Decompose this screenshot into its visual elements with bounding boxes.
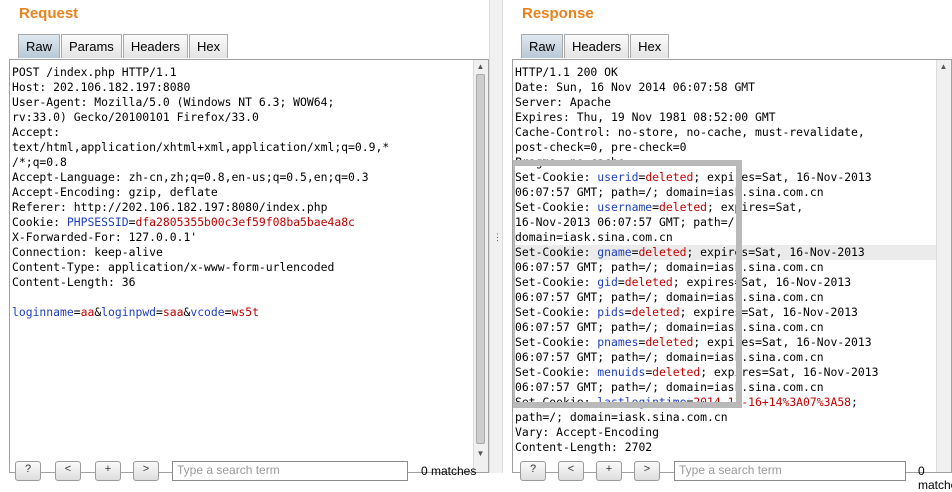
add-button[interactable]: + xyxy=(95,461,121,481)
request-line: Accept: xyxy=(12,125,474,140)
text-segment: Accept-Encoding: gzip, deflate xyxy=(12,185,218,199)
text-segment: post-check=0, pre-check=0 xyxy=(515,140,687,154)
prev-button[interactable]: < xyxy=(558,461,584,481)
response-matches: 0 matches xyxy=(918,464,952,492)
request-line: Host: 202.106.182.197:8080 xyxy=(12,80,474,95)
text-segment: = xyxy=(224,305,232,319)
param-value: saa xyxy=(162,305,184,319)
text-segment: Cookie: xyxy=(12,215,67,229)
request-title: Request xyxy=(19,5,79,22)
request-line: Connection: keep-alive xyxy=(12,245,474,260)
text-segment: Referer: http://202.106.182.197:8080/ind… xyxy=(12,200,328,214)
text-segment: Server: Apache xyxy=(515,95,612,109)
text-segment: rv:33.0) Gecko/20100101 Firefox/33.0 xyxy=(12,110,259,124)
text-segment: text/html,application/xhtml+xml,applicat… xyxy=(12,140,390,154)
text-segment: Content-Type: application/x-www-form-url… xyxy=(12,260,335,274)
text-segment: Host: 202.106.182.197:8080 xyxy=(12,80,191,94)
text-segment: path=/; domain=iask.sina.com.cn xyxy=(515,410,728,424)
response-editor[interactable]: HTTP/1.1 200 OK Date: Sun, 16 Nov 2014 06… xyxy=(512,59,952,473)
response-line: Date: Sun, 16 Nov 2014 06:07:58 GMT xyxy=(515,80,937,95)
annotation-box xyxy=(513,160,742,408)
response-line: Cache-Control: no-store, no-cache, must-… xyxy=(515,125,937,140)
scroll-up-icon[interactable]: ▲ xyxy=(937,60,950,73)
request-line: text/html,application/xhtml+xml,applicat… xyxy=(12,140,474,155)
text-segment: /*;q=0.8 xyxy=(12,155,67,169)
scroll-down-icon[interactable]: ▼ xyxy=(474,447,487,460)
response-search-input[interactable]: Type a search term xyxy=(674,461,906,481)
request-line: Content-Length: 36 xyxy=(12,275,474,290)
text-segment: Expires: Thu, 19 Nov 1981 08:52:00 GMT xyxy=(515,110,776,124)
response-title: Response xyxy=(522,5,594,22)
help-button[interactable]: ? xyxy=(15,461,41,481)
divider-grip-icon[interactable]: ⋮ xyxy=(493,232,502,242)
response-line: HTTP/1.1 200 OK xyxy=(515,65,937,80)
response-tab-raw[interactable]: Raw xyxy=(521,34,564,58)
param-name: loginpwd xyxy=(101,305,157,319)
request-tab-raw[interactable]: Raw xyxy=(18,34,61,58)
scroll-up-icon[interactable]: ▲ xyxy=(474,60,487,73)
next-button[interactable]: > xyxy=(133,461,159,481)
request-tabs: Raw Params Headers Hex xyxy=(18,34,229,59)
request-editor[interactable]: POST /index.php HTTP/1.1 Host: 202.106.18… xyxy=(9,59,489,473)
request-line: Accept-Language: zh-cn,zh;q=0.8,en-us;q=… xyxy=(12,170,474,185)
request-tab-headers[interactable]: Headers xyxy=(122,34,188,58)
param-value: aa xyxy=(80,305,95,319)
text-segment: Accept: xyxy=(12,125,61,139)
request-scroll-thumb[interactable] xyxy=(476,74,485,444)
text-segment: Date: Sun, 16 Nov 2014 06:07:58 GMT xyxy=(515,80,756,94)
prev-button[interactable]: < xyxy=(55,461,81,481)
request-scrollbar[interactable]: ▲ ▼ xyxy=(473,60,488,472)
response-line: post-check=0, pre-check=0 xyxy=(515,140,937,155)
response-line: path=/; domain=iask.sina.com.cn xyxy=(515,410,937,425)
request-line xyxy=(12,290,474,305)
text-segment: Content-Length: 36 xyxy=(12,275,136,289)
request-line: X-Forwarded-For: 127.0.0.1' xyxy=(12,230,474,245)
response-line: Content-Length: 2702 xyxy=(515,440,937,455)
request-line: Accept-Encoding: gzip, deflate xyxy=(12,185,474,200)
response-pane: Response Raw Headers Hex HTTP/1.1 200 OK… xyxy=(503,0,952,492)
next-button[interactable]: > xyxy=(634,461,660,481)
request-line: User-Agent: Mozilla/5.0 (Windows NT 6.3;… xyxy=(12,95,474,110)
request-pane: Request Raw Params Headers Hex POST /ind… xyxy=(0,0,489,481)
text-segment: User-Agent: Mozilla/5.0 (Windows NT 6.3;… xyxy=(12,95,335,109)
help-button[interactable]: ? xyxy=(520,461,546,481)
split-divider[interactable]: ⋮ xyxy=(489,0,503,473)
response-line: Expires: Thu, 19 Nov 1981 08:52:00 GMT xyxy=(515,110,937,125)
response-tab-hex[interactable]: Hex xyxy=(630,34,670,58)
request-line: /*;q=0.8 xyxy=(12,155,474,170)
text-segment: Cache-Control: no-store, no-cache, must-… xyxy=(515,125,865,139)
request-line: POST /index.php HTTP/1.1 xyxy=(12,65,474,80)
text-segment: = xyxy=(156,305,163,319)
param-value: dfa2805355b00c3ef59f08ba5bae4a8c xyxy=(135,215,355,229)
param-name: vcode xyxy=(190,305,225,319)
request-text[interactable]: POST /index.php HTTP/1.1 Host: 202.106.18… xyxy=(12,65,474,320)
response-scrollbar[interactable]: ▲ xyxy=(936,60,951,472)
text-segment: POST /index.php HTTP/1.1 xyxy=(12,65,177,79)
text-segment: Vary: Accept-Encoding xyxy=(515,425,660,439)
text-segment: ; xyxy=(851,395,858,409)
param-name: PHPSESSID xyxy=(66,215,129,229)
request-tab-params[interactable]: Params xyxy=(61,34,122,58)
request-search-input[interactable]: Type a search term xyxy=(172,461,408,481)
text-segment: = xyxy=(73,305,81,319)
text-segment: Connection: keep-alive xyxy=(12,245,163,259)
response-line: Server: Apache xyxy=(515,95,937,110)
request-line: Cookie: PHPSESSID=dfa2805355b00c3ef59f08… xyxy=(12,215,474,230)
request-line: rv:33.0) Gecko/20100101 Firefox/33.0 xyxy=(12,110,474,125)
add-button[interactable]: + xyxy=(596,461,622,481)
request-line: loginname=aa&loginpwd=saa&vcode=ws5t xyxy=(12,305,474,320)
text-segment: Content-Length: 2702 xyxy=(515,440,653,454)
response-tabs: Raw Headers Hex xyxy=(521,34,670,59)
response-line: Vary: Accept-Encoding xyxy=(515,425,937,440)
text-segment: HTTP/1.1 200 OK xyxy=(515,65,618,79)
text-segment: Accept-Language: zh-cn,zh;q=0.8,en-us;q=… xyxy=(12,170,369,184)
request-line: Referer: http://202.106.182.197:8080/ind… xyxy=(12,200,474,215)
param-name: loginname xyxy=(12,305,74,319)
response-tab-headers[interactable]: Headers xyxy=(564,34,630,58)
text-segment: X-Forwarded-For: 127.0.0.1' xyxy=(12,230,198,244)
param-value: ws5t xyxy=(231,305,259,319)
request-tab-hex[interactable]: Hex xyxy=(188,34,229,58)
request-line: Content-Type: application/x-www-form-url… xyxy=(12,260,474,275)
request-matches: 0 matches xyxy=(421,464,477,478)
